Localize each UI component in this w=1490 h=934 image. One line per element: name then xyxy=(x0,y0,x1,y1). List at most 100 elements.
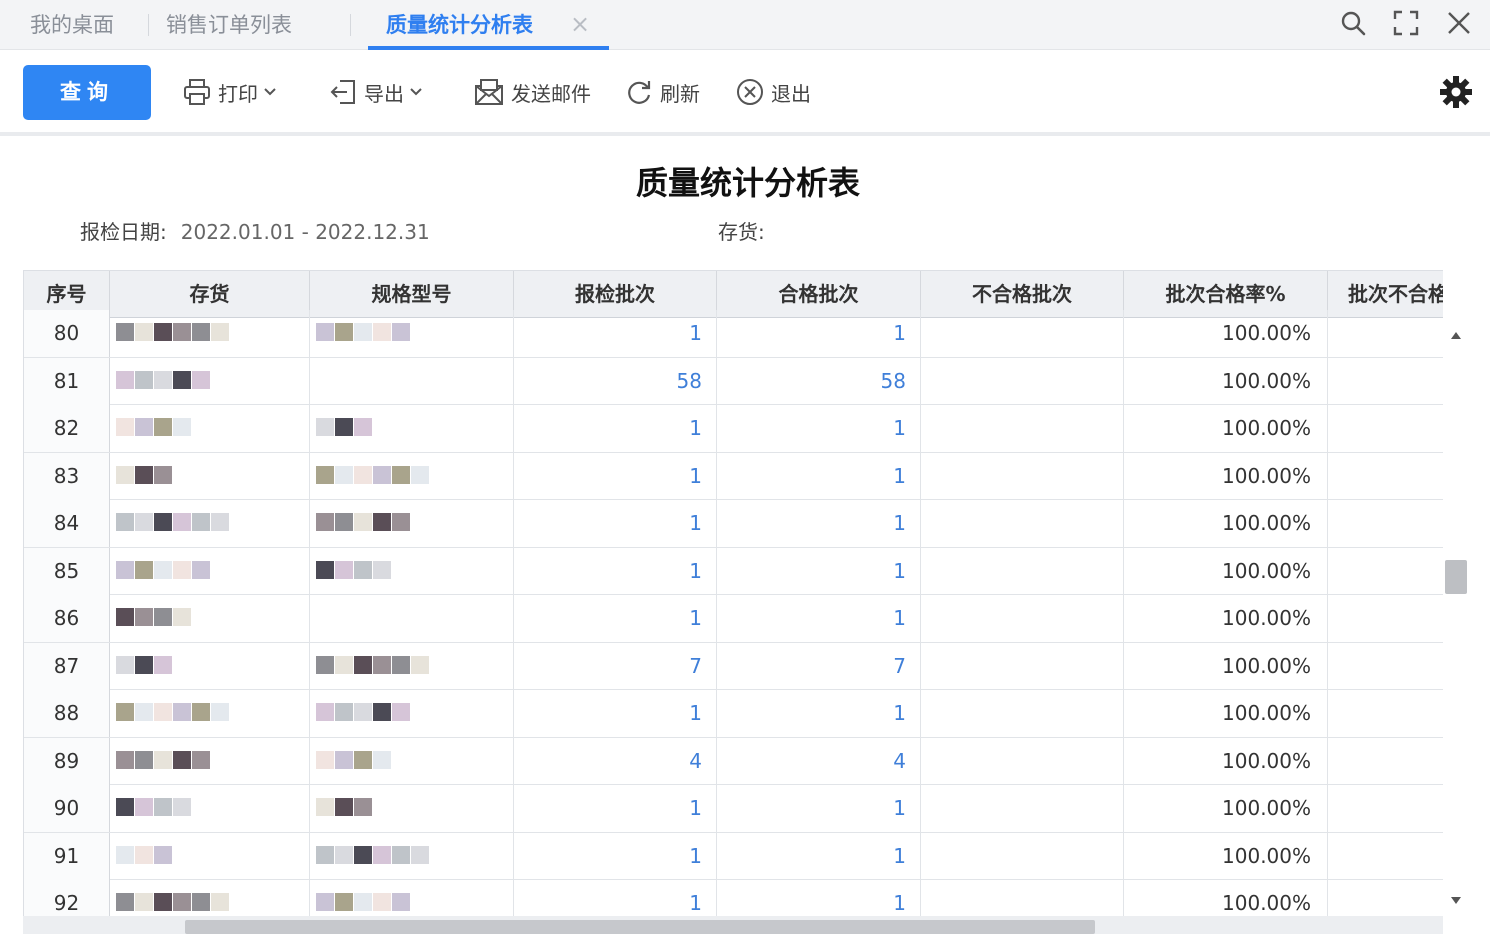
row-pass-rate: 100.00% xyxy=(1124,547,1328,595)
row-seq: 83 xyxy=(24,452,110,500)
row-fail-rate xyxy=(1328,738,1443,785)
table-row[interactable]: 90 1 1 100.00% xyxy=(24,785,1443,833)
row-fail-rate xyxy=(1328,405,1443,452)
row-fail-rate xyxy=(1328,690,1443,737)
row-fail-batches xyxy=(921,880,1124,918)
row-fail-batches xyxy=(921,310,1124,357)
printer-icon xyxy=(184,79,210,105)
table-row[interactable]: 81 58 58 100.00% xyxy=(24,357,1443,405)
row-seq: 92 xyxy=(24,880,110,918)
refresh-button[interactable]: 刷新 xyxy=(624,74,700,110)
row-fail-rate xyxy=(1328,548,1443,595)
horizontal-scroll-thumb[interactable] xyxy=(185,920,1095,934)
row-inventory xyxy=(110,405,310,452)
row-spec xyxy=(310,832,514,880)
row-inspect-batches: 1 xyxy=(514,405,717,452)
refresh-icon xyxy=(628,81,651,104)
row-pass-batches: 58 xyxy=(717,357,921,405)
row-inventory xyxy=(110,690,310,737)
date-label: 报检日期: xyxy=(80,220,167,244)
fullscreen-icon[interactable] xyxy=(1391,8,1421,38)
gear-icon[interactable] xyxy=(1438,74,1474,110)
row-seq: 86 xyxy=(24,595,110,642)
row-pass-rate: 100.00% xyxy=(1124,737,1328,785)
row-fail-rate xyxy=(1328,310,1443,357)
table-row[interactable]: 86 1 1 100.00% xyxy=(24,595,1443,643)
row-pass-batches: 1 xyxy=(717,310,921,357)
row-inventory xyxy=(110,832,310,880)
row-pass-rate: 100.00% xyxy=(1124,310,1328,357)
horizontal-scrollbar[interactable] xyxy=(23,916,1443,934)
row-inspect-batches: 1 xyxy=(514,690,717,737)
chevron-down-icon xyxy=(410,88,422,96)
row-spec xyxy=(310,547,514,595)
row-spec xyxy=(310,357,514,405)
row-fail-batches xyxy=(921,357,1124,405)
scroll-down-arrow-icon[interactable] xyxy=(1450,896,1462,906)
row-inspect-batches: 1 xyxy=(514,785,717,832)
tab-my-desktop[interactable]: 我的桌面 xyxy=(30,0,114,48)
row-inventory xyxy=(110,357,310,405)
row-spec xyxy=(310,880,514,918)
row-pass-rate: 100.00% xyxy=(1124,690,1328,737)
close-icon[interactable] xyxy=(1444,8,1474,38)
row-spec xyxy=(310,595,514,642)
table-row[interactable]: 84 1 1 100.00% xyxy=(24,500,1443,548)
row-seq: 91 xyxy=(24,832,110,880)
table-row[interactable]: 88 1 1 100.00% xyxy=(24,690,1443,738)
tab-close-icon[interactable]: × xyxy=(568,12,592,36)
row-inventory xyxy=(110,785,310,832)
table-row[interactable]: 91 1 1 100.00% xyxy=(24,832,1443,880)
report-area: 质量统计分析表 报检日期: 2022.01.01 - 2022.12.31 存货:… xyxy=(0,136,1490,934)
table-row[interactable]: 92 1 1 100.00% xyxy=(24,880,1443,918)
search-icon[interactable] xyxy=(1338,8,1368,38)
row-seq: 89 xyxy=(24,737,110,785)
row-fail-rate xyxy=(1328,500,1443,547)
table-row[interactable]: 83 1 1 100.00% xyxy=(24,452,1443,500)
row-pass-batches: 1 xyxy=(717,595,921,642)
table-row[interactable]: 80 1 1 100.00% xyxy=(24,310,1443,358)
vertical-scrollbar[interactable] xyxy=(1443,318,1469,916)
tab-sales-order-list[interactable]: 销售订单列表 xyxy=(166,0,292,48)
row-spec xyxy=(310,452,514,500)
exit-button[interactable]: 退出 xyxy=(735,74,811,110)
tab-divider xyxy=(350,14,351,36)
row-fail-batches xyxy=(921,737,1124,785)
row-inspect-batches: 1 xyxy=(514,880,717,918)
row-spec xyxy=(310,642,514,690)
row-inventory xyxy=(110,595,310,642)
row-fail-batches xyxy=(921,785,1124,832)
row-pass-batches: 1 xyxy=(717,547,921,595)
row-pass-batches: 1 xyxy=(717,785,921,832)
table-row[interactable]: 87 7 7 100.00% xyxy=(24,642,1443,690)
send-mail-button[interactable]: 发送邮件 xyxy=(473,74,591,110)
row-fail-batches xyxy=(921,832,1124,880)
row-pass-batches: 4 xyxy=(717,737,921,785)
tab-quality-stats-label: 质量统计分析表 xyxy=(386,13,533,37)
row-pass-rate: 100.00% xyxy=(1124,785,1328,832)
scroll-up-arrow-icon[interactable] xyxy=(1450,330,1462,340)
vertical-scroll-thumb[interactable] xyxy=(1445,560,1467,594)
report-title: 质量统计分析表 xyxy=(635,164,860,202)
row-fail-batches xyxy=(921,642,1124,690)
row-inventory xyxy=(110,452,310,500)
inventory-label: 存货: xyxy=(718,220,765,244)
row-spec xyxy=(310,500,514,547)
row-inventory xyxy=(110,310,310,357)
row-inventory xyxy=(110,642,310,690)
row-pass-batches: 7 xyxy=(717,642,921,690)
table-row[interactable]: 89 4 4 100.00% xyxy=(24,737,1443,785)
row-fail-rate xyxy=(1328,833,1443,880)
tab-bar: 我的桌面 销售订单列表 质量统计分析表 × xyxy=(0,0,1490,50)
row-pass-rate: 100.00% xyxy=(1124,832,1328,880)
table-row[interactable]: 82 1 1 100.00% xyxy=(24,405,1443,453)
row-fail-rate xyxy=(1328,453,1443,500)
row-pass-rate: 100.00% xyxy=(1124,452,1328,500)
row-inspect-batches: 4 xyxy=(514,737,717,785)
table-row[interactable]: 85 1 1 100.00% xyxy=(24,547,1443,595)
export-button[interactable]: 导出 xyxy=(328,74,424,110)
query-button[interactable]: 查询 xyxy=(23,65,151,120)
row-seq: 88 xyxy=(24,690,110,737)
print-button[interactable]: 打印 xyxy=(182,74,278,110)
row-inspect-batches: 7 xyxy=(514,642,717,690)
